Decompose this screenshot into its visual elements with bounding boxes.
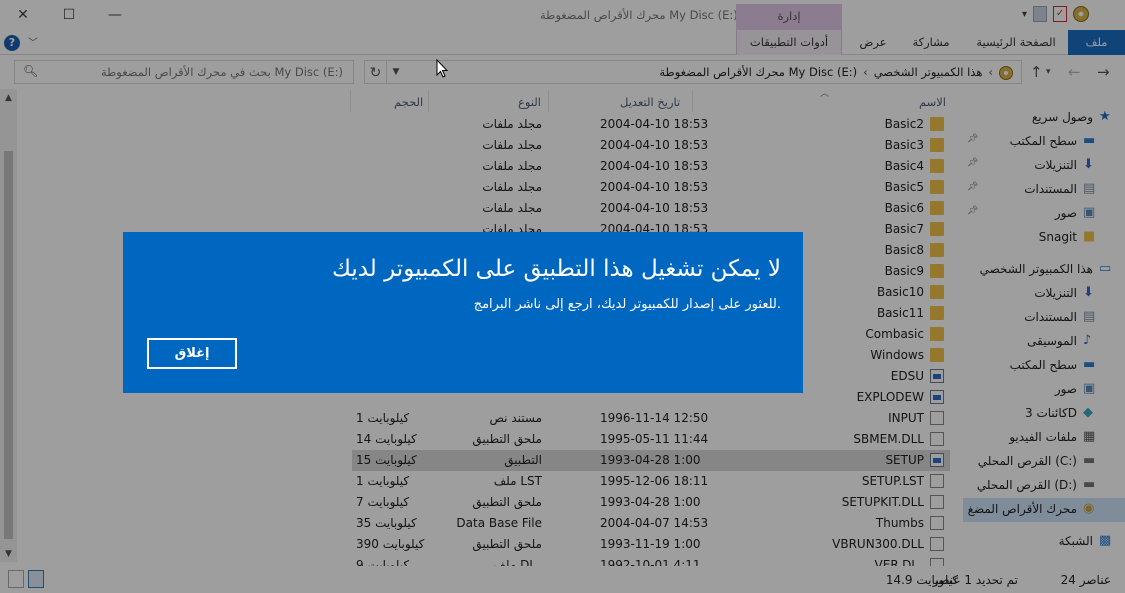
dialog-message: للعثور على إصدار للكمبيوتر لديك، ارجع إل…: [473, 297, 781, 312]
error-dialog: لا يمكن تشغيل هذا التطبيق على الكمبيوتر …: [123, 232, 803, 393]
dialog-close-button[interactable]: إغلاق: [147, 338, 237, 369]
dialog-title: لا يمكن تشغيل هذا التطبيق على الكمبيوتر …: [331, 256, 781, 282]
mouse-cursor-icon: [436, 59, 449, 78]
